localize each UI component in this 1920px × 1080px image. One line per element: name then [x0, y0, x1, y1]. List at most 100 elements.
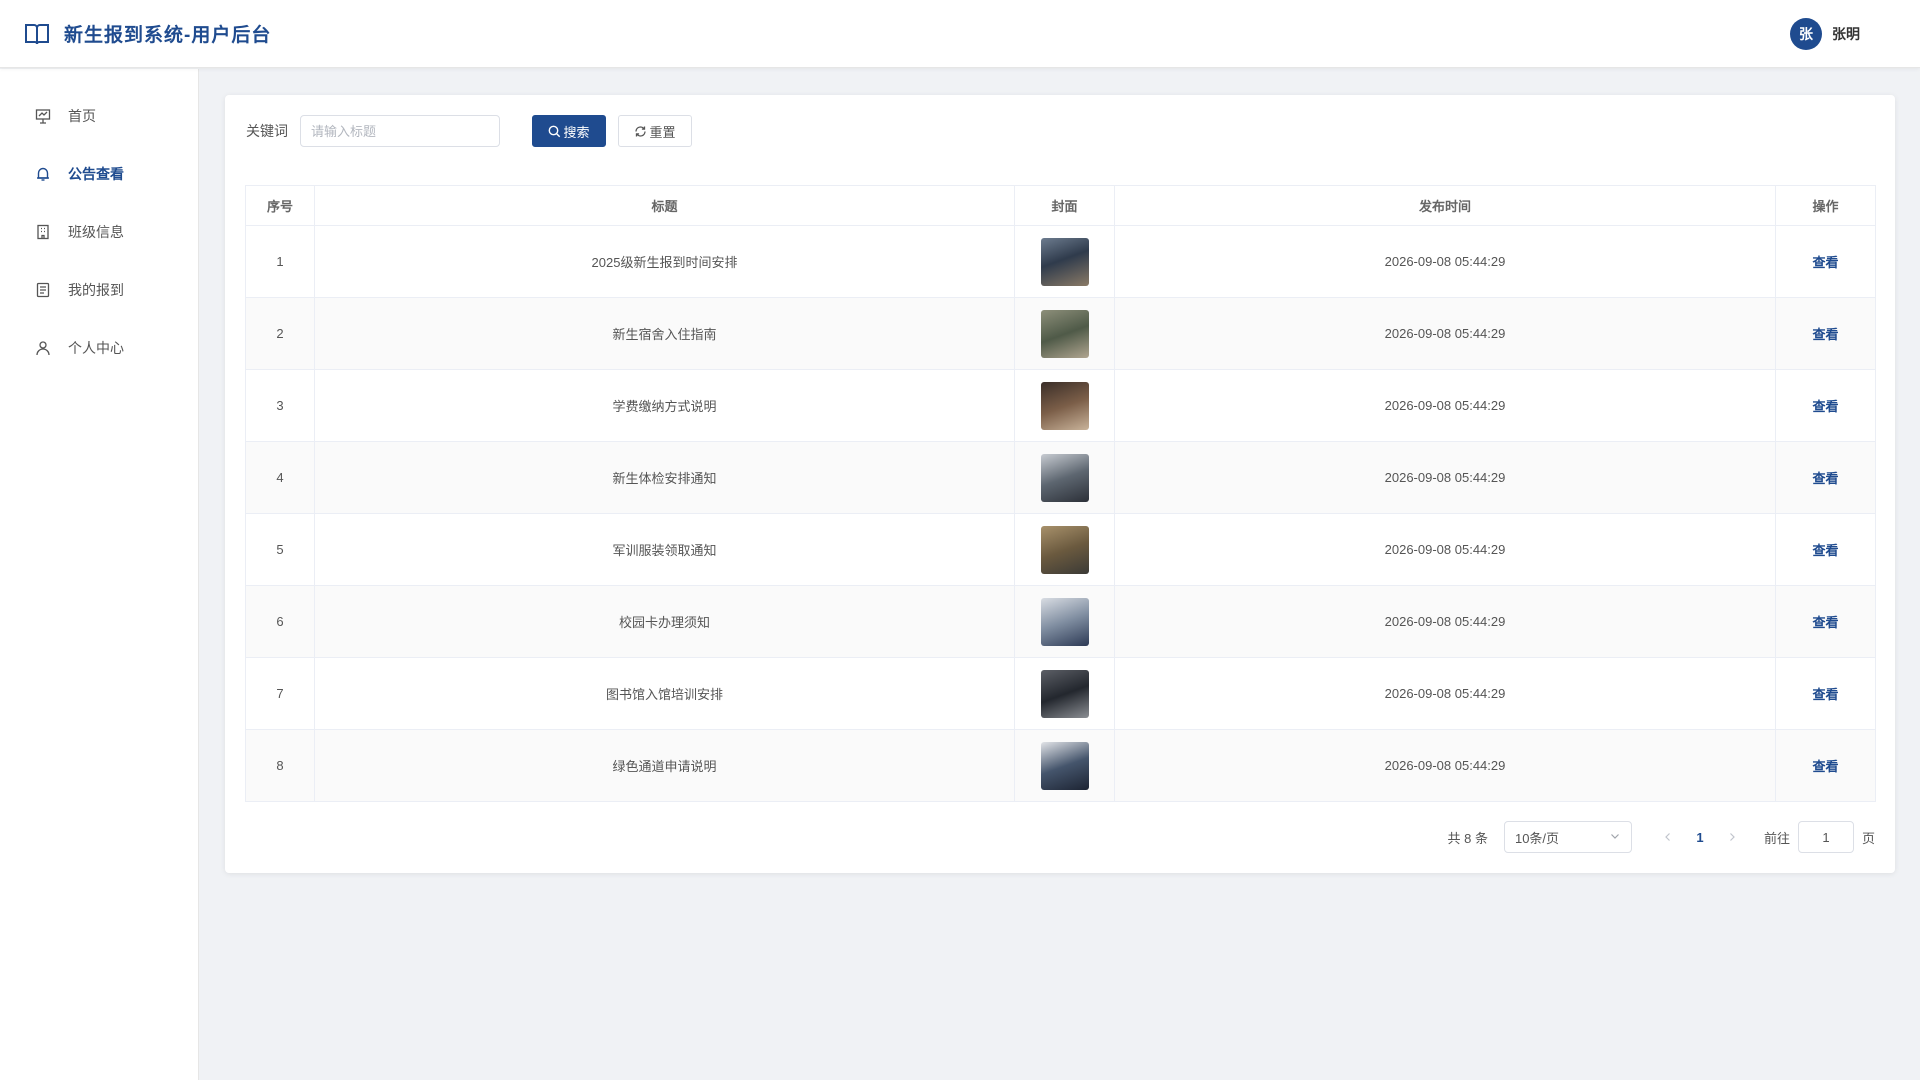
reset-button[interactable]: 重置	[618, 115, 692, 147]
book-icon	[24, 21, 50, 47]
row-cover-cell	[1014, 369, 1115, 442]
sidebar-item-profile[interactable]: 个人中心	[0, 319, 198, 377]
view-link[interactable]: 查看	[1812, 543, 1838, 558]
row-actions: 查看	[1775, 657, 1876, 730]
table-row: 5 军训服装领取通知 2026-09-08 05:44:29 查看	[245, 513, 1876, 586]
row-index: 5	[245, 513, 315, 586]
row-index: 2	[245, 297, 315, 370]
column-header: 封面	[1014, 185, 1115, 226]
view-link[interactable]: 查看	[1812, 327, 1838, 342]
cover-image[interactable]	[1040, 237, 1089, 286]
search-button-label: 搜索	[563, 124, 590, 140]
search-toolbar: 关键词 搜索 重置	[246, 115, 692, 147]
row-publish-time: 2026-09-08 05:44:29	[1114, 369, 1776, 442]
row-actions: 查看	[1775, 441, 1876, 514]
row-cover-cell	[1014, 513, 1115, 586]
building-icon	[34, 223, 52, 241]
row-title: 军训服装领取通知	[314, 513, 1015, 586]
row-publish-time: 2026-09-08 05:44:29	[1114, 513, 1776, 586]
row-index: 1	[245, 225, 315, 298]
page-number[interactable]: 1	[1682, 830, 1718, 845]
search-button[interactable]: 搜索	[532, 115, 606, 147]
view-link[interactable]: 查看	[1812, 687, 1838, 702]
table-row: 4 新生体检安排通知 2026-09-08 05:44:29 查看	[245, 441, 1876, 514]
row-title: 2025级新生报到时间安排	[314, 225, 1015, 298]
row-actions: 查看	[1775, 297, 1876, 370]
table-row: 2 新生宿舍入住指南 2026-09-08 05:44:29 查看	[245, 297, 1876, 370]
goto-page-input[interactable]	[1797, 821, 1854, 853]
row-cover-cell	[1014, 225, 1115, 298]
app-title: 新生报到系统-用户后台	[64, 25, 272, 46]
page-size-value: 10条/页	[1514, 830, 1560, 846]
row-cover-cell	[1014, 297, 1115, 370]
sidebar-item-label: 个人中心	[68, 340, 124, 356]
total-count: 共 8 条	[1447, 830, 1488, 846]
row-publish-time: 2026-09-08 05:44:29	[1114, 441, 1776, 514]
row-title: 绿色通道申请说明	[314, 729, 1015, 802]
cover-image[interactable]	[1040, 525, 1089, 574]
row-cover-cell	[1014, 729, 1115, 802]
table-row: 8 绿色通道申请说明 2026-09-08 05:44:29 查看	[245, 729, 1876, 802]
view-link[interactable]: 查看	[1812, 255, 1838, 270]
cover-image[interactable]	[1040, 453, 1089, 502]
view-link[interactable]: 查看	[1812, 471, 1838, 486]
sidebar-item-my-registration[interactable]: 我的报到	[0, 261, 198, 319]
column-header: 标题	[314, 185, 1015, 226]
pagination: 共 8 条 10条/页 1 前往 页	[1447, 821, 1875, 853]
keyword-input[interactable]	[300, 115, 500, 147]
sidebar-item-announcements[interactable]: 公告查看	[0, 145, 198, 203]
row-index: 4	[245, 441, 315, 514]
row-actions: 查看	[1775, 225, 1876, 298]
row-index: 6	[245, 585, 315, 658]
sidebar-item-label: 公告查看	[68, 166, 124, 182]
row-index: 7	[245, 657, 315, 730]
row-publish-time: 2026-09-08 05:44:29	[1114, 729, 1776, 802]
sidebar-item-label: 班级信息	[68, 224, 124, 240]
page-size-select[interactable]: 10条/页	[1503, 821, 1632, 853]
row-actions: 查看	[1775, 729, 1876, 802]
prev-page-icon[interactable]	[1654, 829, 1682, 845]
reset-button-label: 重置	[649, 124, 676, 140]
search-icon	[548, 125, 561, 138]
row-title: 校园卡办理须知	[314, 585, 1015, 658]
row-title: 学费缴纳方式说明	[314, 369, 1015, 442]
view-link[interactable]: 查看	[1812, 615, 1838, 630]
top-header: 新生报到系统-用户后台 张 张明	[0, 0, 1920, 68]
next-page-icon[interactable]	[1718, 829, 1746, 845]
user-menu[interactable]: 张 张明	[1790, 17, 1860, 50]
page-unit-label: 页	[1861, 830, 1875, 846]
view-link[interactable]: 查看	[1812, 759, 1838, 774]
row-publish-time: 2026-09-08 05:44:29	[1114, 657, 1776, 730]
sidebar-item-class-info[interactable]: 班级信息	[0, 203, 198, 261]
table-row: 3 学费缴纳方式说明 2026-09-08 05:44:29 查看	[245, 369, 1876, 442]
content-card: 关键词 搜索 重置	[225, 95, 1895, 873]
keyword-label: 关键词	[246, 123, 288, 139]
column-header: 发布时间	[1114, 185, 1776, 226]
user-name[interactable]: 张明	[1832, 24, 1860, 44]
table-row: 6 校园卡办理须知 2026-09-08 05:44:29 查看	[245, 585, 1876, 658]
row-publish-time: 2026-09-08 05:44:29	[1114, 297, 1776, 370]
cover-image[interactable]	[1040, 381, 1089, 430]
row-title: 新生体检安排通知	[314, 441, 1015, 514]
row-actions: 查看	[1775, 585, 1876, 658]
user-icon	[34, 339, 52, 357]
row-cover-cell	[1014, 585, 1115, 658]
cover-image[interactable]	[1040, 309, 1089, 358]
goto-label: 前往	[1763, 830, 1790, 846]
avatar[interactable]: 张	[1790, 17, 1822, 50]
cover-image[interactable]	[1040, 741, 1089, 790]
view-link[interactable]: 查看	[1812, 399, 1838, 414]
column-header: 操作	[1775, 185, 1876, 226]
row-actions: 查看	[1775, 369, 1876, 442]
row-title: 新生宿舍入住指南	[314, 297, 1015, 370]
row-index: 3	[245, 369, 315, 442]
refresh-icon	[634, 125, 647, 138]
cover-image[interactable]	[1040, 597, 1089, 646]
bell-icon	[34, 165, 52, 183]
sidebar-item-home[interactable]: 首页	[0, 87, 198, 145]
table-row: 7 图书馆入馆培训安排 2026-09-08 05:44:29 查看	[245, 657, 1876, 730]
row-cover-cell	[1014, 441, 1115, 514]
row-title: 图书馆入馆培训安排	[314, 657, 1015, 730]
sidebar-item-label: 我的报到	[68, 282, 124, 298]
cover-image[interactable]	[1040, 669, 1089, 718]
